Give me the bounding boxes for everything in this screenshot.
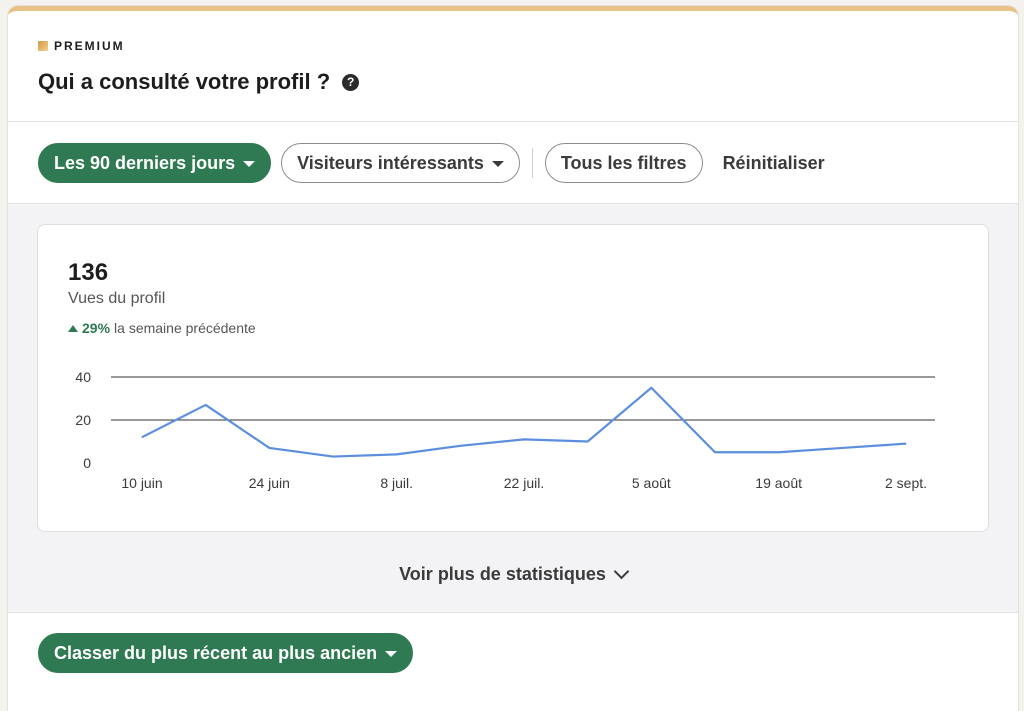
page-header: Qui a consulté votre profil ? ? xyxy=(38,69,360,95)
metric-label: Vues du profil xyxy=(68,290,166,307)
caret-down-icon xyxy=(491,161,504,167)
data-point[interactable] xyxy=(841,447,843,449)
period-filter-label: Les 90 derniers jours xyxy=(54,152,236,173)
data-point[interactable] xyxy=(714,451,716,453)
x-tick-label: 24 juin xyxy=(249,475,290,491)
data-point[interactable] xyxy=(523,438,525,440)
data-point[interactable] xyxy=(587,441,589,442)
caret-down-icon xyxy=(243,161,256,167)
all-filters-button[interactable]: Tous les filtres xyxy=(544,143,703,183)
visitors-filter-button[interactable]: Visiteurs intéressants xyxy=(281,143,520,183)
y-tick-label: 40 xyxy=(75,369,91,385)
premium-label: PREMIUM xyxy=(54,39,125,53)
header-divider xyxy=(8,121,1018,122)
data-point[interactable] xyxy=(778,451,780,453)
filter-bar: Les 90 derniers jours Visiteurs intéress… xyxy=(38,143,825,183)
caret-down-icon xyxy=(385,651,398,657)
profile-views-chart: 0 20 40 10 juin 24 juin 8 juil. 22 juil. 5 août… xyxy=(75,369,935,491)
see-more-stats-button[interactable]: Voir plus de statistiques xyxy=(8,563,1018,585)
change-text: la semaine précédente xyxy=(114,320,256,336)
see-more-label: Voir plus de statistiques xyxy=(399,564,606,584)
x-tick-label: 8 juil. xyxy=(380,475,413,491)
all-filters-label: Tous les filtres xyxy=(560,152,687,173)
data-point[interactable] xyxy=(332,456,334,458)
chevron-down-icon xyxy=(613,563,630,580)
x-tick-label: 22 juil. xyxy=(504,475,544,491)
change-percent: 29% xyxy=(82,320,111,336)
visitors-filter-label: Visiteurs intéressants xyxy=(297,152,484,173)
x-tick-label: 19 août xyxy=(755,475,802,491)
y-tick-label: 20 xyxy=(75,412,91,428)
data-point[interactable] xyxy=(205,404,207,406)
metric-value: 136 xyxy=(68,259,109,286)
page-title: Qui a consulté votre profil ? xyxy=(38,69,331,94)
data-point[interactable] xyxy=(905,443,907,445)
series-line-0 xyxy=(141,386,907,458)
chart-card: 136 Vues du profil 29% la semaine précéd… xyxy=(37,224,989,532)
data-point[interactable] xyxy=(396,453,398,455)
premium-icon xyxy=(38,41,48,51)
filter-separator xyxy=(531,148,533,178)
trend-up-icon xyxy=(68,324,78,332)
data-point[interactable] xyxy=(141,436,143,438)
sort-dropdown-button[interactable]: Classer du plus récent au plus ancien xyxy=(38,633,414,673)
data-point[interactable] xyxy=(650,387,652,389)
y-tick-label: 0 xyxy=(83,455,91,471)
x-tick-label: 10 juin xyxy=(121,475,162,491)
metric-change: 29% la semaine précédente xyxy=(68,320,256,336)
stats-section: 136 Vues du profil 29% la semaine précéd… xyxy=(8,203,1018,613)
help-icon[interactable]: ? xyxy=(342,73,360,91)
data-point[interactable] xyxy=(459,445,461,447)
reset-button[interactable]: Réinitialiser xyxy=(723,153,825,174)
x-tick-label: 2 sept. xyxy=(885,475,927,491)
sort-row: Classer du plus récent au plus ancien xyxy=(38,633,414,673)
period-filter-button[interactable]: Les 90 derniers jours xyxy=(38,143,272,183)
premium-badge: PREMIUM xyxy=(38,39,125,53)
sort-label: Classer du plus récent au plus ancien xyxy=(54,642,378,663)
data-point[interactable] xyxy=(268,447,270,449)
x-tick-label: 5 août xyxy=(632,475,671,491)
profile-views-card: PREMIUM Qui a consulté votre profil ? ? … xyxy=(8,6,1018,711)
